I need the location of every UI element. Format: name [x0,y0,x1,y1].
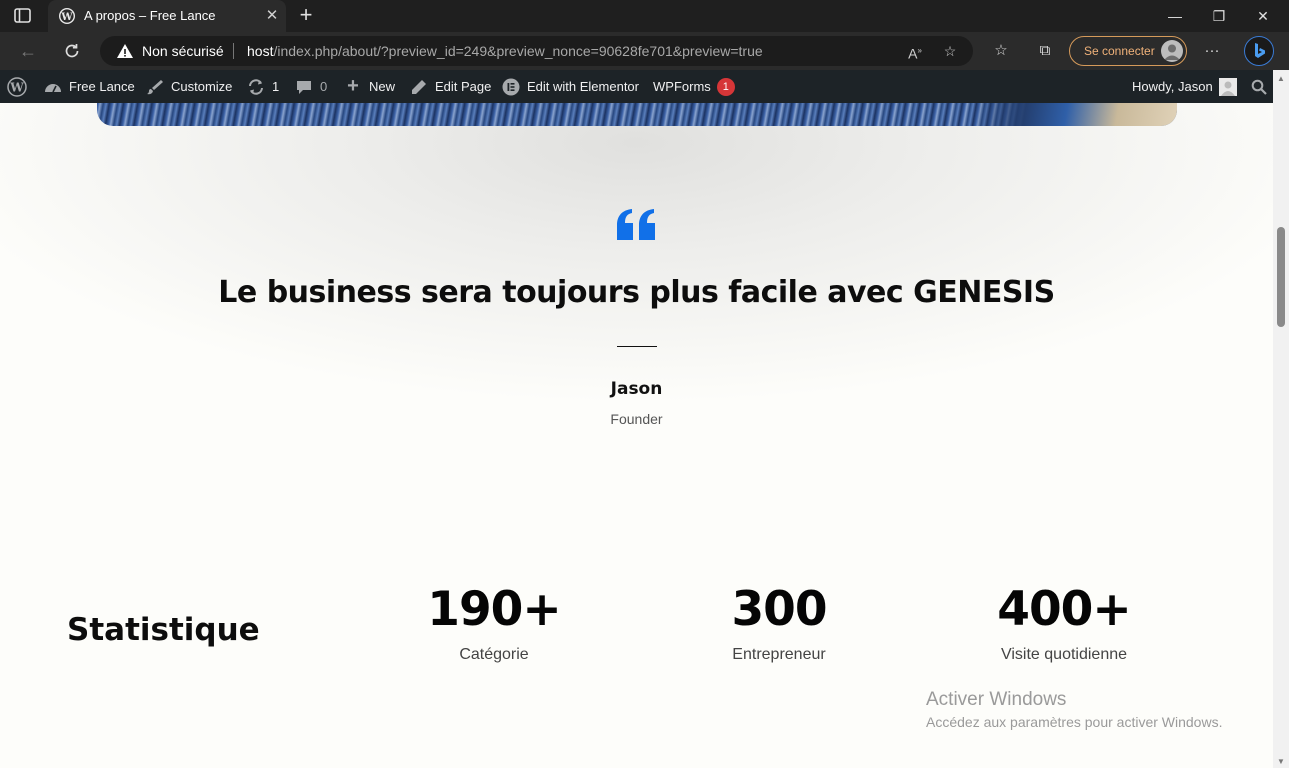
pencil-icon [409,77,429,97]
read-aloud-icon[interactable]: A» [905,42,925,62]
add-favorite-icon[interactable]: ☆ [940,42,960,60]
scroll-down-arrow-icon[interactable]: ▼ [1277,757,1285,766]
windows-activation-watermark: Activer Windows Accédez aux paramètres p… [926,689,1222,730]
stat-label: Visite quotidienne [1000,646,1128,663]
svg-text:W: W [60,12,73,23]
stat-label: Catégorie [459,646,529,663]
stat-item: 190+ Catégorie [354,581,634,664]
stat-label: Entrepreneur [732,646,826,663]
stat-value: 300 [731,582,827,637]
site-name-label: Free Lance [69,79,135,94]
security-status-label[interactable]: Non sécurisé [142,43,224,59]
testimonial-role: Founder [610,411,663,427]
comments-menu[interactable]: 0 [294,70,327,103]
minimize-button[interactable]: — [1153,0,1197,32]
updates-count: 1 [272,79,280,94]
hero-image [97,103,1177,126]
stat-item: 300 Entrepreneur [639,581,919,664]
stats-title: Statistique [67,612,260,648]
testimonial-quote: Le business sera toujours plus facile av… [218,275,1055,310]
tab-close-icon[interactable]: ✕ [264,8,280,24]
tab-title: A propos – Free Lance [84,8,216,23]
edit-elementor-label: Edit with Elementor [527,79,639,94]
warning-icon [116,42,134,60]
scroll-up-arrow-icon[interactable]: ▲ [1277,74,1285,83]
customize-label: Customize [171,79,233,94]
edit-page-label: Edit Page [435,79,492,94]
stat-value: 190+ [427,582,562,637]
stat-item: 400+ Visite quotidienne [924,581,1204,664]
window-close-button[interactable]: ✕ [1241,0,1285,32]
url-path: /index.php/about/?preview_id=249&preview… [273,43,763,59]
wpforms-label: WPForms [653,79,711,94]
browser-tab-bar: W A propos – Free Lance ✕ + — ❐ ✕ [0,0,1289,32]
customize-menu[interactable]: Customize [145,70,232,103]
new-content-menu[interactable]: + New [343,70,395,103]
hero-image-detail [977,103,1177,126]
comment-bubble-icon [294,77,314,97]
wp-logo-menu[interactable]: W [7,70,33,103]
comments-count: 0 [320,79,328,94]
sign-in-button[interactable]: Se connecter [1069,36,1187,66]
address-bar[interactable]: Non sécurisé host/index.php/about/?previ… [100,36,973,66]
watermark-title: Activer Windows [926,689,1067,710]
plus-icon: + [347,75,359,97]
elementor-icon [501,77,521,97]
user-avatar-icon [1218,77,1237,96]
url-host: host [247,43,274,59]
search-icon [1249,77,1269,97]
bing-copilot-icon[interactable] [1244,36,1274,66]
watermark-subtitle: Accédez aux paramètres pour activer Wind… [926,714,1223,730]
dashboard-icon [43,77,63,97]
url-text[interactable]: host/index.php/about/?preview_id=249&pre… [247,43,763,59]
updates-menu[interactable]: 1 [246,70,279,103]
updates-icon [246,77,266,97]
edit-page-menu[interactable]: Edit Page [409,70,491,103]
wordpress-logo-icon: W [7,76,27,97]
page-content: Le business sera toujours plus facile av… [0,103,1273,768]
stat-value: 400+ [997,582,1132,637]
favorites-icon[interactable]: ☆ [990,40,1012,62]
sign-in-label: Se connecter [1084,44,1155,58]
back-arrow-icon[interactable]: ← [16,39,40,63]
browser-toolbar: ← Non sécurisé host/index.php/about/?pre… [0,32,1289,70]
wp-admin-bar: W Free Lance Customize 1 0 + New Edit Pa… [0,70,1273,103]
testimonial-divider [617,346,657,347]
my-account-menu[interactable]: Howdy, Jason [1132,70,1237,103]
profile-avatar-icon [1161,40,1183,62]
wordpress-favicon-icon: W [58,7,76,25]
testimonial-author: Jason [610,379,663,399]
edit-with-elementor-menu[interactable]: Edit with Elementor [501,70,639,103]
quote-icon [616,208,656,241]
browser-tab-active[interactable]: W A propos – Free Lance ✕ [48,0,286,32]
howdy-label: Howdy, Jason [1132,79,1213,94]
more-menu-icon[interactable]: ··· [1201,40,1223,62]
new-tab-button[interactable]: + [294,4,318,28]
tab-actions-icon[interactable] [12,7,34,25]
new-label: New [369,79,396,94]
page-scrollbar[interactable]: ▲ ▼ [1273,70,1289,768]
scrollbar-thumb[interactable] [1277,227,1285,327]
restore-button[interactable]: ❐ [1197,0,1241,32]
wpforms-menu[interactable]: WPForms 1 [653,70,735,103]
wpforms-notification-badge: 1 [716,77,735,96]
site-name-menu[interactable]: Free Lance [43,70,135,103]
brush-icon [145,77,165,97]
refresh-icon[interactable] [60,39,84,63]
collections-icon[interactable]: ⧉ [1034,40,1056,62]
svg-text:W: W [9,80,24,94]
admin-search-menu[interactable] [1249,70,1275,103]
address-separator [233,43,234,59]
